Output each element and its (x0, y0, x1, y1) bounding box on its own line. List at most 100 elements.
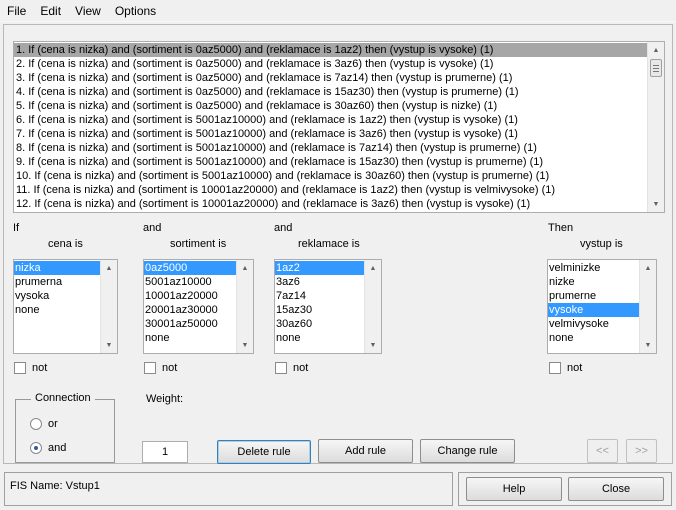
fis-name-status: FIS Name: Vstup1 (10, 480, 100, 492)
scroll-down-arrow-icon[interactable]: ▼ (640, 337, 656, 353)
list-option[interactable]: none (275, 331, 364, 345)
rule-row[interactable]: 11. If (cena is nizka) and (sortiment is… (14, 183, 647, 197)
vystup-not-checkbox[interactable]: not (549, 362, 582, 374)
list-option[interactable]: 10001az20000 (144, 289, 236, 303)
list-option[interactable]: vysoka (14, 289, 100, 303)
add-rule-button[interactable]: Add rule (318, 439, 413, 463)
status-bar: FIS Name: Vstup1 (4, 472, 453, 506)
cena-listbox[interactable]: nizka prumerna vysoka none ▲ ▼ (13, 259, 118, 354)
cena-title: cena is (48, 238, 83, 250)
checkbox-box[interactable] (144, 362, 156, 374)
not-label: not (567, 362, 583, 374)
rule-row[interactable]: 7. If (cena is nizka) and (sortiment is … (14, 127, 647, 141)
rule-row[interactable]: 3. If (cena is nizka) and (sortiment is … (14, 71, 647, 85)
scroll-down-arrow-icon[interactable]: ▼ (648, 196, 664, 212)
vystup-scrollbar[interactable]: ▲ ▼ (639, 260, 656, 353)
list-option[interactable]: 0az5000 (144, 261, 236, 275)
rule-list-scrollbar[interactable]: ▲ ▼ (647, 42, 664, 212)
scroll-up-arrow-icon[interactable]: ▲ (648, 42, 664, 58)
weight-input[interactable]: 1 (142, 441, 188, 463)
if-label: If (13, 222, 20, 234)
connection-group: Connection or and (15, 392, 115, 463)
list-option[interactable]: nizka (14, 261, 100, 275)
scroll-up-arrow-icon[interactable]: ▲ (237, 260, 253, 276)
rule-list[interactable]: 1. If (cena is nizka) and (sortiment is … (13, 41, 665, 213)
menu-options[interactable]: Options (108, 0, 163, 22)
list-option[interactable]: 20001az30000 (144, 303, 236, 317)
list-option[interactable]: none (548, 331, 639, 345)
list-option[interactable]: none (144, 331, 236, 345)
reklamace-scrollbar[interactable]: ▲ ▼ (364, 260, 381, 353)
list-option[interactable]: 5001az10000 (144, 275, 236, 289)
rule-row[interactable]: 5. If (cena is nizka) and (sortiment is … (14, 99, 647, 113)
radio-button[interactable] (30, 418, 42, 430)
sortiment-scrollbar[interactable]: ▲ ▼ (236, 260, 253, 353)
menu-view[interactable]: View (68, 0, 108, 22)
sortiment-not-checkbox[interactable]: not (144, 362, 177, 374)
radio-button[interactable] (30, 442, 42, 454)
scroll-down-arrow-icon[interactable]: ▼ (101, 337, 117, 353)
scroll-down-arrow-icon[interactable]: ▼ (237, 337, 253, 353)
rule-row[interactable]: 6. If (cena is nizka) and (sortiment is … (14, 113, 647, 127)
rule-row[interactable]: 8. If (cena is nizka) and (sortiment is … (14, 141, 647, 155)
list-option[interactable]: 30az60 (275, 317, 364, 331)
menu-edit[interactable]: Edit (33, 0, 68, 22)
scroll-thumb[interactable] (650, 59, 662, 77)
list-option[interactable]: velminizke (548, 261, 639, 275)
list-option[interactable]: none (14, 303, 100, 317)
rule-row[interactable]: 9. If (cena is nizka) and (sortiment is … (14, 155, 647, 169)
connection-and-radio[interactable]: and (30, 442, 66, 454)
reklamace-not-checkbox[interactable]: not (275, 362, 308, 374)
list-option[interactable]: 15az30 (275, 303, 364, 317)
list-option[interactable]: 1az2 (275, 261, 364, 275)
list-option[interactable]: vysoke (548, 303, 639, 317)
sortiment-title: sortiment is (170, 238, 227, 250)
checkbox-box[interactable] (14, 362, 26, 374)
close-button[interactable]: Close (568, 477, 664, 501)
sortiment-listbox[interactable]: 0az5000 5001az10000 10001az20000 20001az300… (143, 259, 254, 354)
and-label-1: and (143, 222, 162, 234)
list-option[interactable]: nizke (548, 275, 639, 289)
cena-not-checkbox[interactable]: not (14, 362, 47, 374)
list-option[interactable]: 3az6 (275, 275, 364, 289)
list-option[interactable]: 7az14 (275, 289, 364, 303)
then-label: Then (548, 222, 574, 234)
not-label: not (162, 362, 178, 374)
not-label: not (32, 362, 48, 374)
scroll-up-arrow-icon[interactable]: ▲ (640, 260, 656, 276)
scroll-up-arrow-icon[interactable]: ▲ (101, 260, 117, 276)
dialog-buttons-box: Help Close (458, 472, 672, 506)
rule-row[interactable]: 1. If (cena is nizka) and (sortiment is … (14, 43, 647, 57)
scroll-up-arrow-icon[interactable]: ▲ (365, 260, 381, 276)
menu-file[interactable]: File (0, 0, 33, 22)
rule-row[interactable]: 10. If (cena is nizka) and (sortiment is… (14, 169, 647, 183)
list-option[interactable]: prumerne (548, 289, 639, 303)
vystup-title: vystup is (580, 238, 623, 250)
reklamace-title: reklamace is (298, 238, 360, 250)
help-button[interactable]: Help (466, 477, 562, 501)
prev-rule-button[interactable]: << (587, 439, 618, 463)
vystup-listbox[interactable]: velminizke nizke prumerne vysoke velmivysoke… (547, 259, 657, 354)
next-rule-button[interactable]: >> (626, 439, 657, 463)
and-label-2: and (274, 222, 293, 234)
rule-editor-panel: 1. If (cena is nizka) and (sortiment is … (3, 24, 673, 464)
list-option[interactable]: velmivysoke (548, 317, 639, 331)
change-rule-button[interactable]: Change rule (420, 439, 515, 463)
rule-row[interactable]: 12. If (cena is nizka) and (sortiment is… (14, 197, 647, 211)
delete-rule-button[interactable]: Delete rule (217, 440, 311, 464)
rule-row[interactable]: 2. If (cena is nizka) and (sortiment is … (14, 57, 647, 71)
checkbox-box[interactable] (549, 362, 561, 374)
connection-or-radio[interactable]: or (30, 418, 58, 430)
scroll-down-arrow-icon[interactable]: ▼ (365, 337, 381, 353)
list-option[interactable]: prumerna (14, 275, 100, 289)
list-option[interactable]: 30001az50000 (144, 317, 236, 331)
menu-bar: File Edit View Options (0, 0, 676, 22)
checkbox-box[interactable] (275, 362, 287, 374)
not-label: not (293, 362, 309, 374)
reklamace-listbox[interactable]: 1az2 3az6 7az14 15az30 30az60 none ▲ ▼ (274, 259, 382, 354)
and-label: and (48, 442, 67, 454)
rule-row[interactable]: 4. If (cena is nizka) and (sortiment is … (14, 85, 647, 99)
weight-label: Weight: (146, 393, 184, 405)
cena-scrollbar[interactable]: ▲ ▼ (100, 260, 117, 353)
or-label: or (48, 418, 58, 430)
